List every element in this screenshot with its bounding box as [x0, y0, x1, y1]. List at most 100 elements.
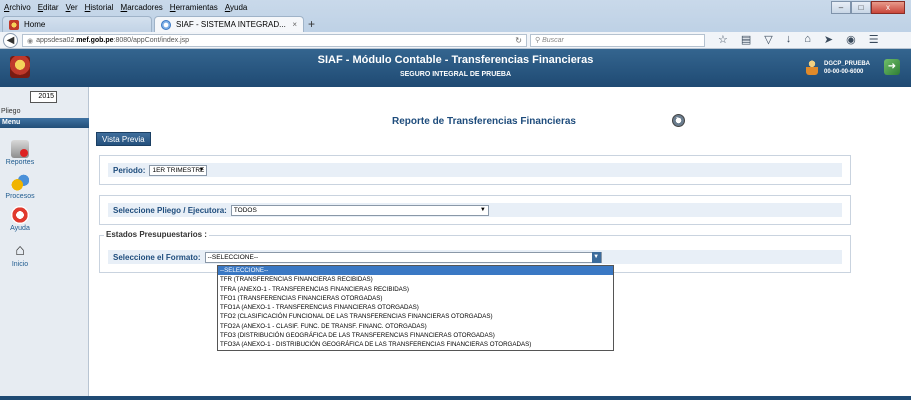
menu-item-archivo[interactable]: Archivo: [4, 3, 31, 12]
url-path: :8080/appCont/index.jsp: [113, 37, 190, 44]
reload-icon[interactable]: ↻: [515, 36, 522, 45]
periodo-row: Periodo: 1ER TRIMESTRE ▼: [108, 163, 842, 177]
menu-item-marcadores[interactable]: Marcadores: [121, 3, 163, 12]
menu-hamburger-icon[interactable]: ☰: [869, 33, 879, 46]
user-info: DGCP_PRUEBA 00-00-00-6000: [824, 60, 870, 76]
pliego-ejecutora-select[interactable]: TODOS ▼: [230, 204, 489, 216]
lock-icon: ◉: [27, 37, 34, 45]
year-field[interactable]: 2015: [30, 91, 57, 103]
menu-item-editar[interactable]: Editar: [38, 3, 59, 12]
home-icon[interactable]: ⌂: [804, 33, 811, 46]
page-title: Reporte de Transferencias Financieras: [392, 116, 576, 127]
menu-item-ayuda[interactable]: Ayuda: [225, 3, 248, 12]
maximize-button[interactable]: □: [851, 1, 871, 14]
search-placeholder: Buscar: [542, 37, 564, 44]
navigation-bar: ◀ ◉ appsdesa02. mef.gob.pe:8080/appCont/i…: [0, 32, 911, 49]
periodo-value: 1ER TRIMESTRE: [152, 166, 205, 174]
help-icon: [11, 206, 29, 224]
sidebar-item-label: Procesos: [5, 193, 35, 200]
sidebar-item-inicio[interactable]: ⌂ Inicio: [0, 242, 40, 268]
bookmarks-list-icon[interactable]: ▤: [741, 33, 751, 46]
back-button[interactable]: ◀: [3, 33, 18, 48]
formato-option[interactable]: TFO2A (ANEXO-1 - CLASIF. FUNC. DE TRANSF…: [218, 322, 613, 331]
home-icon: ⌂: [15, 242, 25, 259]
sidebar-item-procesos[interactable]: Procesos: [0, 174, 40, 200]
minimize-button[interactable]: –: [831, 1, 851, 14]
chevron-down-icon: ▼: [479, 206, 486, 213]
chevron-down-icon: ▼: [198, 166, 205, 173]
sidebar: 2015 Pliego Menu Reportes Procesos Ayuda…: [0, 87, 89, 400]
window-controls: – □ x: [831, 1, 905, 14]
menu-header: Menu: [0, 118, 89, 128]
globe-icon: [161, 19, 171, 30]
formato-option[interactable]: TFO3 (DISTRIBUCIÓN GEOGRÁFICA DE LAS TRA…: [218, 331, 613, 340]
user-icon: [806, 59, 818, 75]
formato-option[interactable]: TFRA (ANEXO-1 - TRANSFERENCIAS FINANCIER…: [218, 285, 613, 294]
formato-label: Seleccione el Formato:: [113, 252, 201, 262]
menu-item-herramientas[interactable]: Herramientas: [170, 3, 218, 12]
pliego-panel: Seleccione Pliego / Ejecutora: TODOS ▼: [99, 195, 851, 225]
sidebar-item-reportes[interactable]: Reportes: [0, 140, 40, 166]
tab-siaf-label: SIAF - SISTEMA INTEGRAD...: [176, 20, 286, 29]
processes-icon: [11, 174, 29, 192]
formato-option[interactable]: TFO1A (ANEXO-1 - TRANSFERENCIAS FINANCIE…: [218, 303, 613, 312]
preview-button[interactable]: Vista Previa: [96, 132, 151, 146]
periodo-select[interactable]: 1ER TRIMESTRE ▼: [149, 164, 208, 176]
estados-legend: Estados Presupuestarios :: [104, 230, 209, 239]
pliego-ejecutora-value: TODOS: [233, 206, 257, 214]
sidebar-item-label: Ayuda: [10, 225, 30, 232]
sidebar-item-label: Inicio: [11, 261, 29, 268]
pliego-ejecutora-label: Seleccione Pliego / Ejecutora:: [113, 205, 227, 215]
formato-value: --SELECCIONE--: [207, 253, 259, 261]
formato-row: Seleccione el Formato: --SELECCIONE-- ▼: [108, 250, 842, 264]
send-icon[interactable]: ➤: [824, 33, 833, 46]
formato-option[interactable]: TFO1 (TRANSFERENCIAS FINANCIERAS OTORGAD…: [218, 294, 613, 303]
formato-option[interactable]: TFO2 (CLASIFICACIÓN FUNCIONAL DE LAS TRA…: [218, 312, 613, 321]
search-input[interactable]: ⚲ Buscar: [530, 34, 705, 47]
home-tab-icon: [9, 19, 19, 30]
app-title: SIAF - Módulo Contable - Transferencias …: [317, 54, 594, 66]
formato-option[interactable]: --SELECCIONE--: [218, 266, 613, 276]
pliego-label: Pliego: [1, 108, 21, 115]
close-window-button[interactable]: x: [871, 1, 905, 14]
main-footer-bar: [89, 396, 911, 400]
bookmark-star-icon[interactable]: ☆: [718, 33, 728, 46]
periodo-panel: Periodo: 1ER TRIMESTRE ▼: [99, 155, 851, 185]
user-name: DGCP_PRUEBA: [824, 61, 871, 67]
tab-siaf[interactable]: SIAF - SISTEMA INTEGRAD... ×: [154, 16, 304, 32]
sidebar-footer-bar: [0, 396, 89, 400]
chevron-down-icon: ▼: [591, 251, 601, 263]
user-code: 00-00-00-6000: [824, 69, 864, 75]
app-header: SIAF - Módulo Contable - Transferencias …: [0, 49, 911, 87]
sidebar-item-ayuda[interactable]: Ayuda: [0, 206, 40, 232]
tab-home-label: Home: [24, 20, 46, 29]
pliego-row: Seleccione Pliego / Ejecutora: TODOS ▼: [108, 203, 842, 217]
app-subtitle: SEGURO INTEGRAL DE PRUEBA: [399, 71, 512, 78]
tab-home[interactable]: Home: [2, 16, 152, 32]
main-content: Reporte de Transferencias Financieras ↻ …: [89, 87, 911, 400]
url-prefix: appsdesa02.: [36, 37, 77, 44]
formato-select[interactable]: --SELECCIONE-- ▼: [204, 251, 602, 263]
formato-option[interactable]: TFO3A (ANEXO-1 - DISTRIBUCIÓN GEOGRÁFICA…: [218, 340, 613, 349]
search-icon: ⚲: [535, 37, 541, 44]
toolbar-icons: ☆ ▤ ▽ ↓ ⌂ ➤ ◉ ☰: [718, 33, 879, 46]
periodo-label: Periodo:: [113, 165, 146, 175]
url-host: mef.gob.pe: [76, 37, 114, 44]
browser-chrome: Archivo Editar Ver Historial Marcadores …: [0, 0, 911, 49]
new-tab-button[interactable]: +: [308, 17, 315, 31]
formato-option[interactable]: TFR (TRANSFERENCIAS FINANCIERAS RECIBIDA…: [218, 275, 613, 284]
tab-strip: Home SIAF - SISTEMA INTEGRAD... × +: [0, 14, 911, 32]
download-icon[interactable]: ↓: [786, 33, 792, 46]
menu-bar: Archivo Editar Ver Historial Marcadores …: [4, 1, 247, 14]
close-tab-icon[interactable]: ×: [292, 20, 297, 29]
sidebar-item-label: Reportes: [5, 159, 35, 166]
chat-icon[interactable]: ◉: [846, 33, 856, 46]
pocket-icon[interactable]: ▽: [764, 33, 772, 46]
menu-item-ver[interactable]: Ver: [66, 3, 78, 12]
formato-dropdown-list: --SELECCIONE-- TFR (TRANSFERENCIAS FINAN…: [217, 265, 614, 351]
refresh-icon[interactable]: ↻: [672, 114, 685, 127]
reports-icon: [11, 140, 29, 158]
url-bar[interactable]: ◉ appsdesa02. mef.gob.pe:8080/appCont/ind…: [22, 34, 527, 47]
logout-icon[interactable]: ➜: [884, 59, 900, 75]
menu-item-historial[interactable]: Historial: [85, 3, 114, 12]
